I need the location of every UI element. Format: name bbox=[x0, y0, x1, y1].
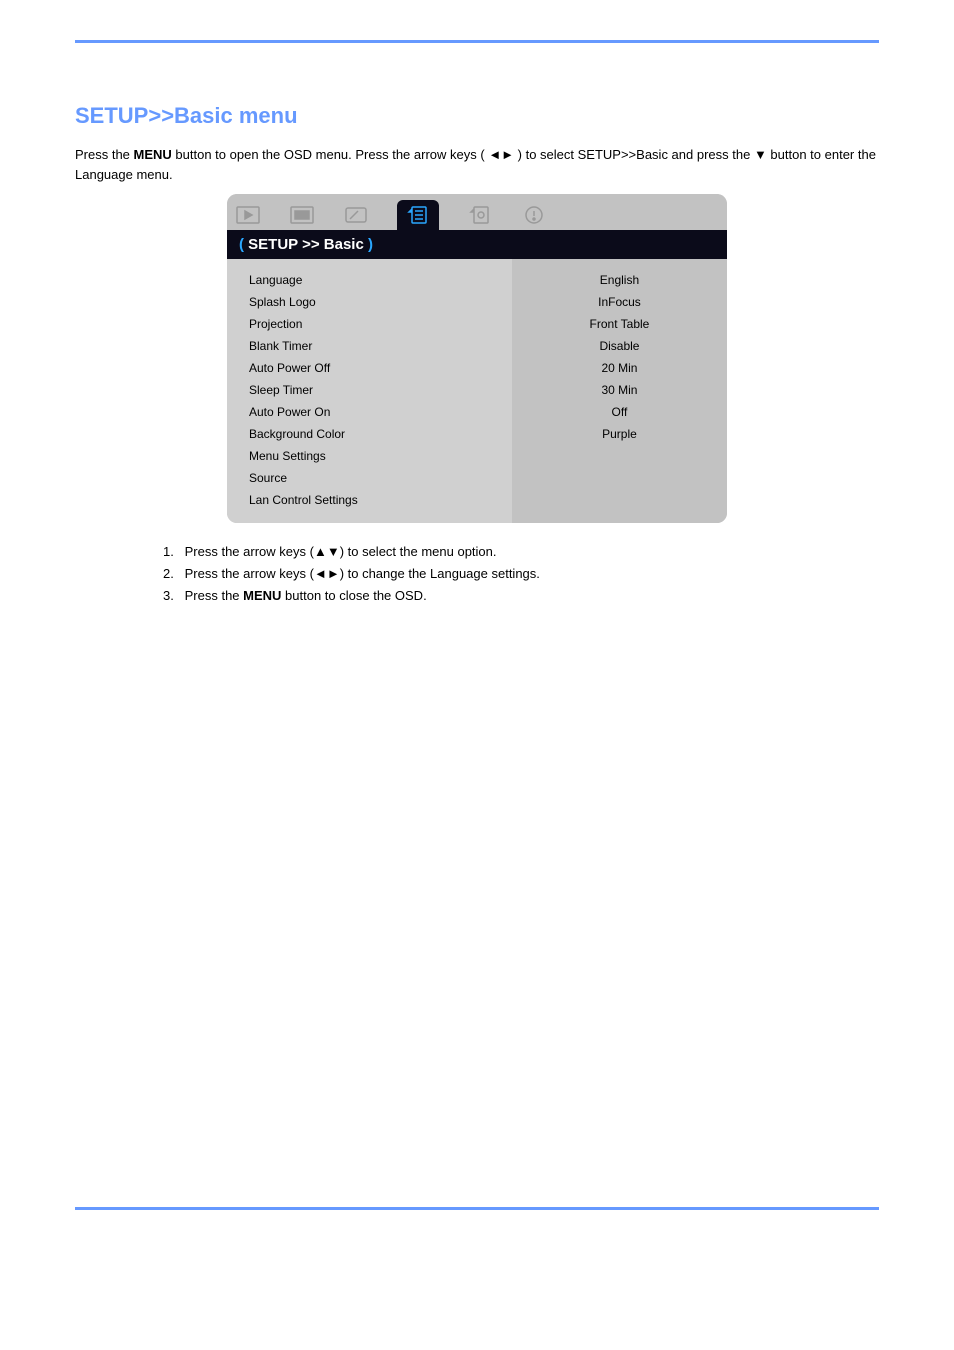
value-background-color: Purple bbox=[512, 423, 727, 445]
step1-b: ) to select the menu option. bbox=[340, 544, 497, 559]
breadcrumb-text: SETUP >> Basic bbox=[248, 236, 364, 253]
paren-open-icon: ( bbox=[239, 236, 244, 253]
step2-b: ) to change the Language settings. bbox=[340, 566, 540, 581]
bottom-rule bbox=[75, 1207, 879, 1210]
value-projection: Front Table bbox=[512, 313, 727, 335]
tab-picture-advanced-icon[interactable] bbox=[289, 204, 315, 226]
osd-breadcrumb: ( SETUP >> Basic ) bbox=[227, 230, 727, 259]
menu-item-lan-control[interactable]: Lan Control Settings bbox=[249, 489, 512, 511]
tab-display-icon[interactable] bbox=[343, 204, 369, 226]
instruction-step-3: 3. Press the MENU button to close the OS… bbox=[163, 585, 879, 607]
tab-status-icon[interactable] bbox=[521, 204, 547, 226]
left-right-arrows-icon-2: ◄► bbox=[314, 566, 340, 581]
menu-item-menu-settings[interactable]: Menu Settings bbox=[249, 445, 512, 467]
value-splash-logo: InFocus bbox=[512, 291, 727, 313]
paren-close-icon: ) bbox=[368, 236, 373, 253]
intro-mid2: button to open the OSD menu. Press the a… bbox=[172, 147, 489, 162]
osd-panel: ( SETUP >> Basic ) Language Splash Logo … bbox=[227, 194, 727, 523]
instruction-step-2: 2. Press the arrow keys (◄►) to change t… bbox=[163, 563, 879, 585]
instruction-step-1: 1. Press the arrow keys (▲▼) to select t… bbox=[163, 541, 879, 563]
value-blank-timer: Disable bbox=[512, 335, 727, 357]
step1-a: Press the arrow keys ( bbox=[185, 544, 314, 559]
down-arrow-icon: ▼ bbox=[754, 147, 767, 162]
step2-a: Press the arrow keys ( bbox=[185, 566, 314, 581]
step3-a: Press the bbox=[185, 588, 244, 603]
value-language: English bbox=[512, 269, 727, 291]
menu-item-language[interactable]: Language bbox=[249, 269, 512, 291]
intro-suffix: ) to select SETUP>>Basic and press the bbox=[514, 147, 754, 162]
top-rule bbox=[75, 40, 879, 43]
step3-menu-word: MENU bbox=[243, 588, 281, 603]
menu-item-projection[interactable]: Projection bbox=[249, 313, 512, 335]
menu-item-blank-timer[interactable]: Blank Timer bbox=[249, 335, 512, 357]
tab-picture-basic-icon[interactable] bbox=[235, 204, 261, 226]
menu-item-auto-power-off[interactable]: Auto Power Off bbox=[249, 357, 512, 379]
step3-b: button to close the OSD. bbox=[281, 588, 426, 603]
osd-tabbar bbox=[227, 194, 727, 230]
tab-setup-advanced-icon[interactable] bbox=[467, 204, 493, 226]
left-right-arrows-icon: ◄► bbox=[488, 147, 514, 162]
osd-labels-column: Language Splash Logo Projection Blank Ti… bbox=[227, 259, 512, 523]
value-sleep-timer: 30 Min bbox=[512, 379, 727, 401]
up-down-arrows-icon: ▲▼ bbox=[314, 544, 340, 559]
intro-text: Press the MENU button to open the OSD me… bbox=[75, 145, 879, 184]
menu-item-background-color[interactable]: Background Color bbox=[249, 423, 512, 445]
menu-item-auto-power-on[interactable]: Auto Power On bbox=[249, 401, 512, 423]
tab-setup-basic-icon[interactable] bbox=[397, 200, 439, 230]
instruction-list: 1. Press the arrow keys (▲▼) to select t… bbox=[163, 541, 879, 607]
menu-item-splash-logo[interactable]: Splash Logo bbox=[249, 291, 512, 313]
intro-menu-word: MENU bbox=[134, 147, 172, 162]
intro-prefix: Press the bbox=[75, 147, 134, 162]
value-auto-power-off: 20 Min bbox=[512, 357, 727, 379]
menu-item-sleep-timer[interactable]: Sleep Timer bbox=[249, 379, 512, 401]
section-title: SETUP>>Basic menu bbox=[75, 103, 879, 129]
value-auto-power-on: Off bbox=[512, 401, 727, 423]
menu-item-source[interactable]: Source bbox=[249, 467, 512, 489]
osd-values-column: English InFocus Front Table Disable 20 M… bbox=[512, 259, 727, 523]
